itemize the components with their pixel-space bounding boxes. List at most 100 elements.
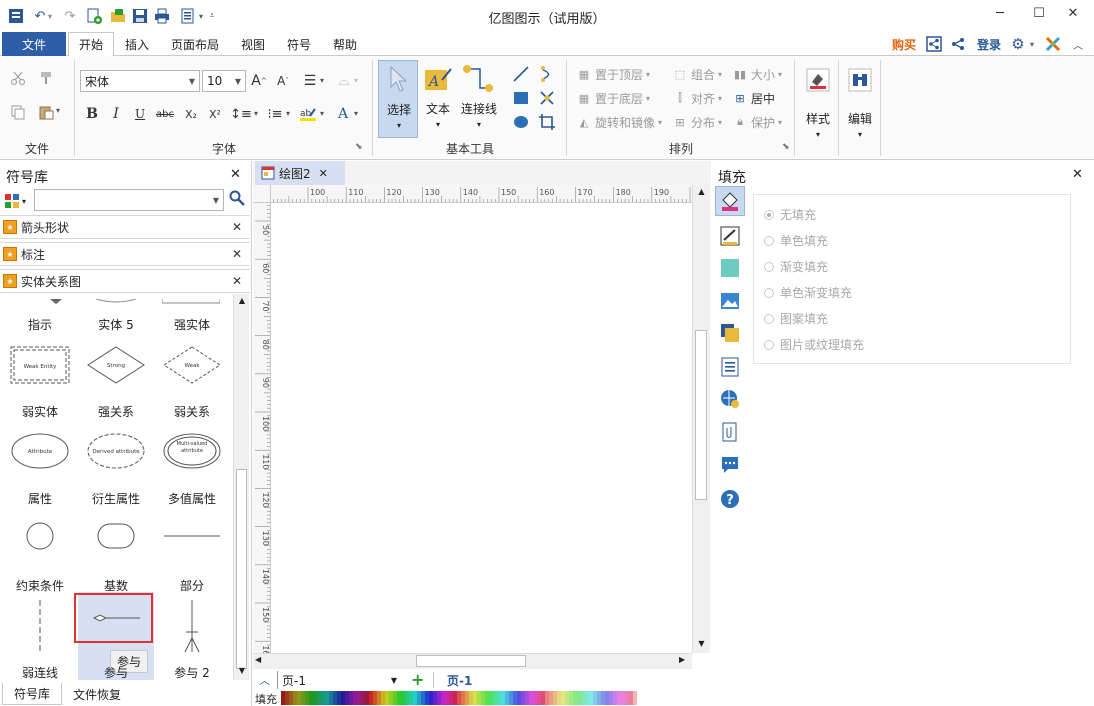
size-button[interactable]: ▮▮ 大小 ▾ (732, 64, 782, 84)
search-input[interactable]: ▼ (34, 189, 224, 211)
font-name-select[interactable]: 宋体 ▼ (80, 70, 200, 92)
scroll-thumb[interactable] (236, 469, 247, 669)
print-icon[interactable] (152, 6, 172, 26)
shadow-color-icon[interactable] (719, 257, 741, 279)
select-tool-button[interactable]: 选择 ▾ (378, 60, 418, 138)
tab-help[interactable]: 帮助 (324, 32, 366, 56)
horizontal-ruler[interactable]: 100110120130140150160170180190200 (271, 185, 695, 203)
shape-multivalued-attribute[interactable]: Multi-valued attribute (154, 426, 230, 476)
shrink-font-icon[interactable]: Aˇ (274, 71, 292, 91)
collapse-ribbon-icon[interactable]: ︿ (1068, 32, 1088, 56)
tab-view[interactable]: 视图 (232, 32, 274, 56)
page-nav-up-icon[interactable]: ︿ (259, 672, 270, 688)
copy-icon[interactable] (8, 102, 28, 122)
add-page-icon[interactable]: + (411, 670, 424, 689)
settings-gear-icon[interactable]: ⚙ (1008, 32, 1028, 56)
category-callouts[interactable]: ★ 标注 ✕ (0, 242, 250, 266)
center-button[interactable]: ⊞ 居中 (732, 88, 775, 108)
colorful-x-icon[interactable] (1042, 32, 1064, 56)
redo-icon[interactable]: ↷ (60, 6, 80, 26)
fill-option-none[interactable]: 无填充 (764, 206, 816, 223)
shape-constraint[interactable] (2, 516, 78, 556)
font-color-icon[interactable]: A (334, 104, 352, 124)
bring-to-front-button[interactable]: ▦ 置于顶层 ▾ (576, 64, 650, 84)
shape-weak-relationship[interactable]: Weak (154, 340, 230, 390)
login-link[interactable]: 登录 (972, 32, 1006, 56)
shape-partial[interactable] (154, 516, 230, 556)
close-category-icon[interactable]: ✕ (232, 247, 242, 261)
grow-font-icon[interactable]: A ^ (250, 71, 268, 91)
close-category-icon[interactable]: ✕ (232, 274, 242, 288)
tab-symbols[interactable]: 符号 (278, 32, 320, 56)
close-category-icon[interactable]: ✕ (232, 220, 242, 234)
list-icon[interactable] (719, 356, 741, 378)
protect-button[interactable]: 🔒︎ 保护 ▾ (732, 112, 782, 132)
vertical-scrollbar[interactable]: ▲ ▼ (692, 185, 710, 653)
shape-weak-entity[interactable]: Weak Entity (2, 340, 78, 390)
export-dropdown-icon[interactable]: ▾ (196, 6, 206, 26)
highlight-icon[interactable]: ab (298, 104, 318, 124)
tab-insert[interactable]: 插入 (116, 32, 158, 56)
color-swatch[interactable] (633, 691, 637, 705)
image-icon[interactable] (719, 290, 741, 312)
font-color-dropdown-icon[interactable]: ▾ (354, 109, 358, 118)
library-menu-button[interactable]: ▾ (4, 191, 32, 211)
text-rotate-icon[interactable]: ⌓ (334, 71, 354, 91)
edit-button[interactable]: 编辑 ▾ (842, 64, 878, 148)
fill-option-gradient[interactable]: 渐变填充 (764, 258, 828, 275)
layers-icon[interactable] (719, 322, 741, 344)
fill-option-single-gradient[interactable]: 单色渐变填充 (764, 284, 852, 301)
minimize-button[interactable]: ─ (985, 2, 1015, 24)
tab-file-recovery[interactable]: 文件恢复 (64, 683, 130, 705)
page-tab[interactable]: 页-1 (447, 672, 472, 689)
scroll-down-icon[interactable]: ▼ (234, 666, 250, 675)
close-fill-panel-icon[interactable]: ✕ (1072, 167, 1083, 182)
scroll-thumb[interactable] (695, 330, 707, 500)
undo-dropdown-icon[interactable]: ▾ (44, 6, 56, 26)
format-painter-icon[interactable] (36, 68, 56, 88)
share-window-icon[interactable] (924, 32, 944, 56)
rotate-mirror-button[interactable]: ◭ 旋转和镜像 ▾ (576, 112, 662, 132)
app-logo-icon[interactable] (6, 6, 26, 26)
close-tab-icon[interactable]: ✕ (319, 167, 328, 180)
subscript-button[interactable]: X₂ (182, 104, 200, 124)
bullet-dropdown-icon[interactable]: ▾ (286, 109, 290, 118)
shape-weak-link[interactable] (2, 596, 78, 656)
shape-attribute[interactable]: Attribute (2, 426, 78, 476)
strikethrough-button[interactable]: abc (154, 104, 176, 124)
crop-tool-icon[interactable] (536, 112, 558, 132)
scroll-left-icon[interactable]: ◀ (255, 655, 261, 664)
tab-symbol-library[interactable]: 符号库 (2, 683, 62, 705)
tab-page-layout[interactable]: 页面布局 (162, 32, 228, 56)
document-tab[interactable]: 绘图2 ✕ (255, 161, 345, 185)
shape-derived-attribute[interactable]: Derived attribute (78, 426, 154, 476)
tab-home[interactable]: 开始 (68, 32, 114, 57)
scroll-right-icon[interactable]: ▶ (679, 655, 685, 664)
connection-point-icon[interactable] (536, 88, 558, 108)
maximize-button[interactable]: ☐ (1024, 2, 1054, 24)
help-icon[interactable]: ? (719, 488, 741, 510)
open-folder-icon[interactable] (108, 6, 128, 26)
category-arrow-shapes[interactable]: ★ 箭头形状 ✕ (0, 215, 250, 239)
bold-button[interactable]: B (84, 104, 100, 124)
connector-tool-button[interactable]: 连接线 ▾ (458, 60, 500, 138)
line-spacing-icon[interactable]: ↕≡ (230, 104, 252, 124)
align-dropdown-icon[interactable]: ▾ (320, 76, 324, 85)
paste-icon[interactable] (36, 102, 56, 122)
ellipse-tool-icon[interactable] (510, 112, 532, 132)
customize-toolbar-icon[interactable]: ⩡ (206, 6, 218, 26)
scroll-up-icon[interactable]: ▲ (234, 296, 250, 305)
italic-button[interactable]: I (108, 104, 124, 124)
style-button[interactable]: 样式 ▾ (800, 64, 836, 148)
group-button[interactable]: ⬚ 组合 ▾ (672, 64, 722, 84)
curve-tool-icon[interactable] (536, 64, 558, 84)
palette-swatches[interactable] (281, 691, 637, 705)
fill-option-solid[interactable]: 单色填充 (764, 232, 828, 249)
close-window-button[interactable]: ✕ (1058, 2, 1088, 24)
line-tool-icon[interactable] (510, 64, 532, 84)
paste-dropdown-icon[interactable]: ▾ (56, 106, 60, 115)
settings-dropdown-icon[interactable]: ▾ (1027, 32, 1037, 56)
font-size-select[interactable]: 10 ▼ (202, 70, 246, 92)
share-icon[interactable] (948, 32, 968, 56)
buy-link[interactable]: 购买 (886, 32, 922, 56)
